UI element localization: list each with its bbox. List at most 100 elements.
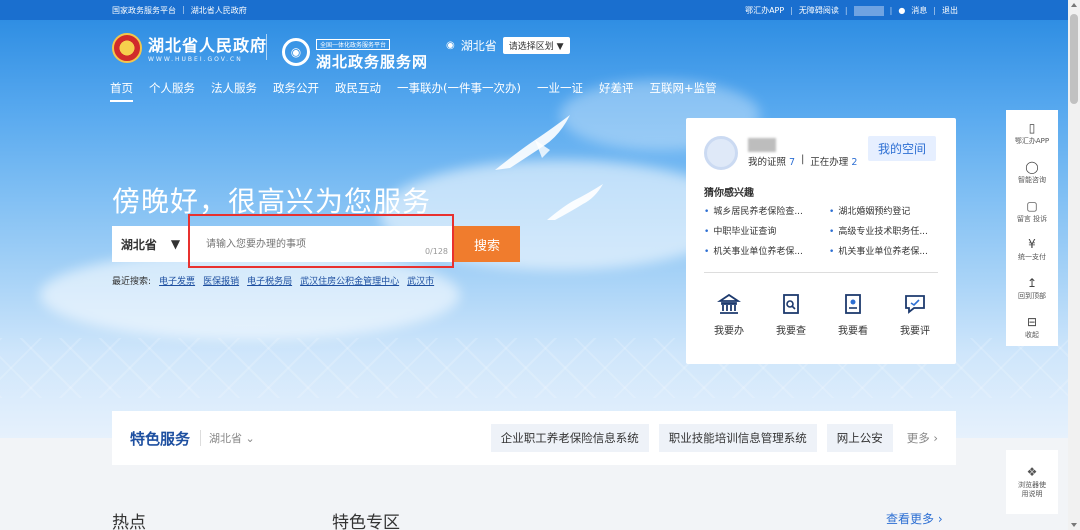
browser-help-button[interactable]: ❖ 浏览器使用说明 (1006, 450, 1058, 514)
tool-label: 统一支付 (1018, 253, 1046, 262)
logout-link[interactable]: 退出 (942, 5, 958, 16)
province-label: 湖北省 (120, 237, 157, 252)
gov-logo[interactable]: 湖北省人民政府 WWW.HUBEI.GOV.CN (112, 32, 267, 63)
scrollbar[interactable] (1068, 0, 1080, 530)
divider: | (889, 6, 893, 15)
national-emblem-icon (112, 32, 142, 63)
see-more-link[interactable]: 查看更多 › (886, 510, 943, 527)
search-button[interactable]: 搜索 (454, 226, 520, 262)
browser-help-label: 浏览器使用说明 (1018, 480, 1046, 498)
avatar[interactable] (704, 136, 738, 170)
featured-services-bar: 特色服务 湖北省 ⌄ 企业职工养老保险信息系统 职业技能培训信息管理系统 网上公… (112, 411, 956, 465)
recent-search-link[interactable]: 电子发票 (159, 274, 195, 287)
region-select-button[interactable]: 请选择区划 ▼ (502, 37, 570, 54)
recent-search-link[interactable]: 电子税务局 (247, 274, 292, 287)
nav-supervision[interactable]: 互联网+监管 (649, 80, 716, 102)
featured-link[interactable]: 职业技能培训信息管理系统 (658, 424, 817, 452)
tool-consult[interactable]: ◯ 智能咨询 (1018, 155, 1046, 192)
gov-domain: WWW.HUBEI.GOV.CN (148, 56, 243, 63)
tool-collapse[interactable]: ⊟ 收起 (1025, 309, 1039, 346)
processing-stat[interactable]: 正在办理 2 (810, 154, 857, 168)
scroll-up-arrow-icon[interactable] (1071, 3, 1077, 7)
collapse-icon: ⊟ (1026, 314, 1038, 329)
portal-logo[interactable]: ◉ 全国一体化政务服务平台 湖北政务服务网 (282, 32, 428, 72)
guess-item[interactable]: 机关事业单位养老保... (829, 244, 944, 257)
recent-search-link[interactable]: 医保报销 (203, 274, 239, 287)
featured-title: 特色服务 (130, 429, 191, 448)
featured-link[interactable]: 网上公安 (826, 424, 893, 452)
action-evaluate[interactable]: 我要评 (900, 292, 930, 337)
divider: | (844, 6, 848, 15)
section-hot-title: 热点 (112, 513, 146, 530)
recent-search-link[interactable]: 武汉市 (407, 274, 434, 287)
action-label: 我要评 (900, 326, 930, 337)
recent-searches: 最近搜索: 电子发票 医保报销 电子税务局 武汉住房公积金管理中心 武汉市 (112, 274, 434, 287)
nav-personal-services[interactable]: 个人服务 (149, 80, 195, 102)
guess-list: 城乡居民养老保险查... 湖北婚姻预约登记 中职毕业证查询 高级专业技术职务任.… (704, 204, 944, 257)
tool-label: 回到顶部 (1018, 292, 1046, 301)
scrollbar-thumb[interactable] (1070, 14, 1078, 104)
message-link[interactable]: 消息 (911, 5, 927, 16)
provincial-gov-link[interactable]: 湖北省人民政府 (191, 5, 247, 16)
username-blurred (748, 138, 776, 152)
tool-label: 鄂汇办APP (1014, 137, 1050, 146)
guess-item[interactable]: 城乡居民养老保险查... (704, 204, 819, 217)
tool-rail: ▯ 鄂汇办APP ◯ 智能咨询 ▢ 留言 投诉 ¥ 统一支付 ↥ 回到顶部 ⊟ 收起 (1006, 110, 1058, 346)
main-nav: 首页 个人服务 法人服务 政务公开 政民互动 一事联办(一件事一次办) 一业一证… (110, 80, 717, 102)
action-apply[interactable]: 我要办 (714, 292, 744, 337)
leaf-icon: ❖ (1026, 464, 1038, 479)
nav-interaction[interactable]: 政民互动 (335, 80, 381, 102)
portal-emblem-icon: ◉ (282, 38, 310, 66)
nav-home[interactable]: 首页 (110, 80, 133, 102)
featured-more-link[interactable]: 更多 › (907, 430, 938, 446)
username-blurred[interactable] (853, 5, 884, 16)
tool-label: 留言 投诉 (1016, 214, 1048, 223)
my-space-button[interactable]: 我的空间 (868, 136, 937, 161)
tool-label: 收起 (1025, 330, 1039, 339)
scroll-down-arrow-icon[interactable] (1071, 523, 1077, 527)
nav-evaluation[interactable]: 好差评 (599, 80, 634, 102)
app-link[interactable]: 鄂汇办APP (745, 5, 784, 16)
action-view[interactable]: 我要看 (838, 292, 868, 337)
tool-label: 智能咨询 (1018, 176, 1046, 184)
recent-search-link[interactable]: 武汉住房公积金管理中心 (300, 274, 399, 287)
bell-icon[interactable]: ● (898, 6, 905, 15)
monitor-icon (845, 294, 861, 314)
top-utility-bar: 国家政务服务平台 | 湖北省人民政府 鄂汇办APP | 无障碍阅读 | | ● … (0, 0, 1068, 20)
nav-one-stop[interactable]: 一事联办(一件事一次办) (397, 80, 521, 102)
caret-down-icon: ▼ (170, 237, 181, 251)
tool-back-to-top[interactable]: ↥ 回到顶部 (1018, 271, 1046, 308)
phone-icon: ▯ (1028, 121, 1036, 136)
logo-divider (266, 34, 267, 60)
card-divider (704, 272, 938, 273)
action-query[interactable]: 我要查 (776, 292, 806, 337)
divider: | (933, 6, 936, 15)
current-location: 湖北省 (460, 39, 497, 53)
guess-item[interactable]: 高级专业技术职务任... (829, 224, 944, 237)
location-selector: ◉ 湖北省 请选择区划 ▼ (446, 37, 570, 54)
guess-item[interactable]: 中职毕业证查询 (704, 224, 819, 237)
back-to-top-icon: ↥ (1026, 276, 1038, 291)
chat-bot-icon: ◯ (1025, 160, 1039, 174)
action-label: 我要看 (838, 326, 868, 337)
guess-item[interactable]: 湖北婚姻预约登记 (829, 204, 944, 217)
tool-complaint[interactable]: ▢ 留言 投诉 (1017, 193, 1047, 230)
nav-one-license[interactable]: 一业一证 (537, 80, 583, 102)
featured-region-select[interactable]: 湖北省 ⌄ (200, 430, 255, 446)
divider: | (182, 5, 185, 14)
national-platform-link[interactable]: 国家政务服务平台 (112, 5, 176, 16)
tool-payment[interactable]: ¥ 统一支付 (1018, 232, 1046, 269)
building-icon (717, 293, 741, 314)
user-stats: 我的证照 7 | 正在办理 2 (748, 154, 857, 168)
cert-stat[interactable]: 我的证照 7 (748, 154, 795, 168)
tool-app[interactable]: ▯ 鄂汇办APP (1015, 116, 1049, 153)
guess-item[interactable]: 机关事业单位养老保... (704, 244, 819, 257)
nav-corporate-services[interactable]: 法人服务 (211, 80, 257, 102)
accessibility-link[interactable]: 无障碍阅读 (799, 5, 839, 16)
province-select[interactable]: 湖北省 ▼ (112, 226, 190, 262)
gov-title: 湖北省人民政府 (148, 36, 268, 55)
featured-link[interactable]: 企业职工养老保险信息系统 (490, 424, 649, 452)
section-special-title: 特色专区 (332, 513, 400, 530)
recent-label: 最近搜索: (112, 277, 152, 287)
nav-gov-disclosure[interactable]: 政务公开 (273, 80, 319, 102)
